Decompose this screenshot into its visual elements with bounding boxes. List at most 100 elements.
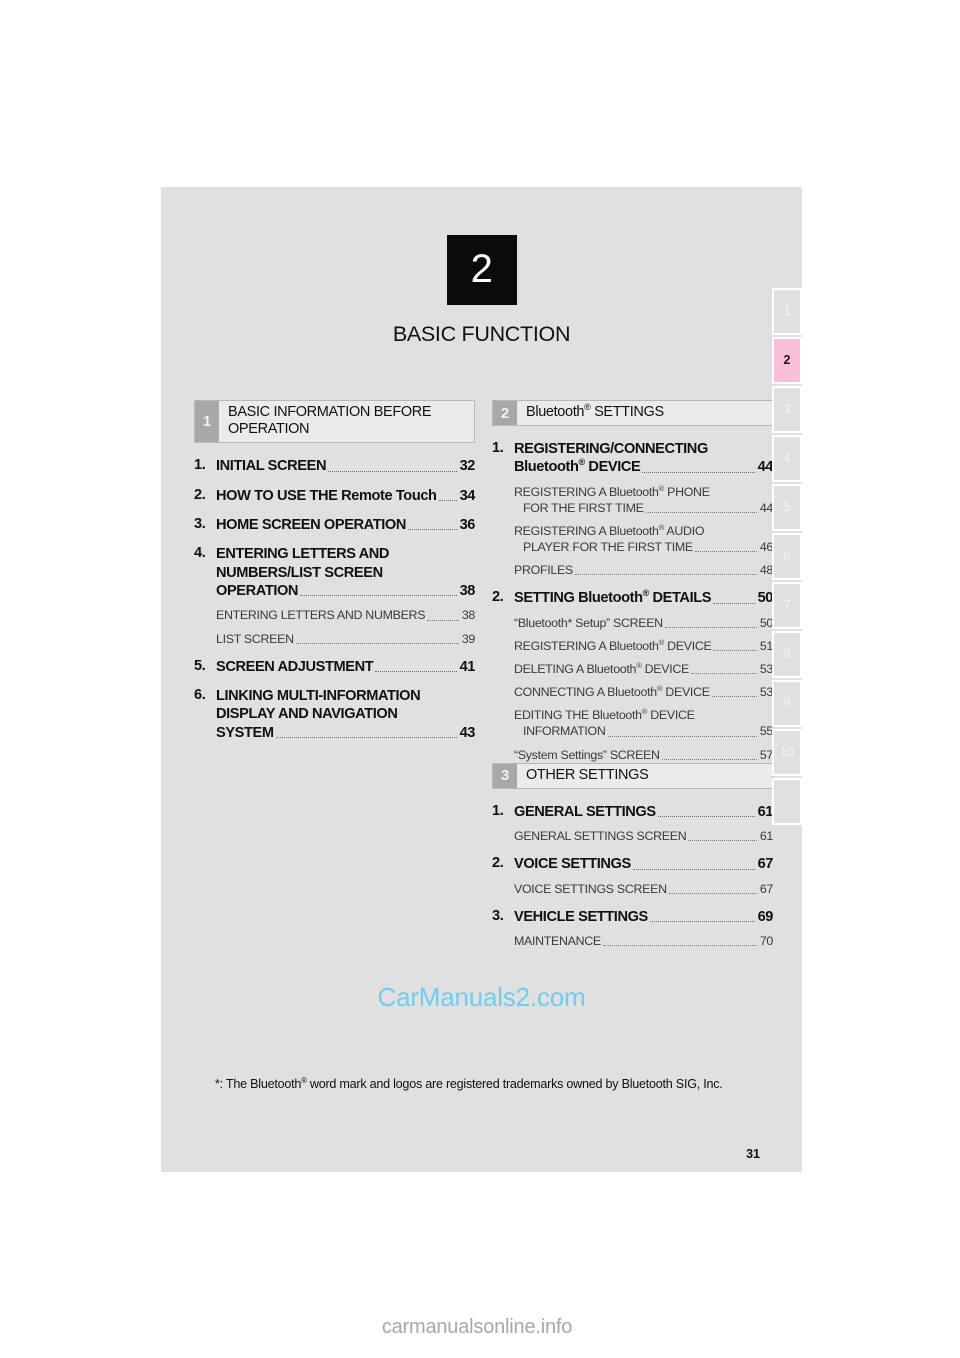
- toc-subentry-body: REGISTERING A Bluetooth® PHONE FOR THE FI…: [514, 484, 773, 516]
- toc-entry-line: INITIAL SCREEN 32: [216, 457, 475, 475]
- toc-subentry[interactable]: CONNECTING A Bluetooth® DEVICE 53: [514, 684, 773, 700]
- toc-entry-line: HOW TO USE THE Remote Touch 34: [216, 487, 475, 505]
- toc-leader-dots: [688, 840, 757, 842]
- toc-page-number: 36: [459, 516, 476, 533]
- toc-leader-dots: [642, 471, 755, 473]
- chapter-tab-label: 7: [783, 597, 791, 612]
- section-title: BASIC INFORMATION BEFORE OPERATION: [228, 404, 432, 438]
- toc-subentry-line: PLAYER FOR THE FIRST TIME 46: [514, 539, 773, 555]
- toc-entry[interactable]: 3. VEHICLE SETTINGS 69: [492, 908, 773, 926]
- toc-page-number: 50: [757, 590, 774, 607]
- toc-subentry[interactable]: DELETING A Bluetooth® DEVICE 53: [514, 661, 773, 677]
- toc-entry-text: SETTING Bluetooth® DETAILS: [514, 588, 712, 607]
- chapter-tab-5[interactable]: 5: [772, 484, 802, 531]
- toc-subentry-body: “System Settings” SCREEN 57: [514, 747, 773, 763]
- toc-subentry[interactable]: “System Settings” SCREEN 57: [514, 747, 773, 763]
- toc-subentry-body: EDITING THE Bluetooth® DEVICE INFORMATION…: [514, 707, 773, 739]
- chapter-header: 2 BASIC FUNCTION: [161, 187, 802, 347]
- toc-subentry-text: REGISTERING A Bluetooth® DEVICE: [514, 637, 712, 653]
- toc-leader-dots: [645, 512, 757, 514]
- toc-entry[interactable]: 6. LINKING MULTI-INFORMATION DISPLAY AND N…: [194, 687, 475, 742]
- toc-subentry-line: REGISTERING A Bluetooth® AUDIO: [514, 522, 705, 539]
- section-number: 2: [493, 401, 517, 426]
- toc-leader-dots: [427, 619, 459, 621]
- chapter-tab-9[interactable]: 9: [772, 680, 802, 727]
- toc-entry[interactable]: 2. HOW TO USE THE Remote Touch 34: [194, 487, 475, 505]
- toc-subentry[interactable]: VOICE SETTINGS SCREEN 67: [514, 881, 773, 897]
- chapter-tab-2[interactable]: 2: [772, 337, 802, 384]
- chapter-tab-10[interactable]: 10: [772, 729, 802, 776]
- chapter-tab-label: 3: [783, 401, 791, 416]
- toc-entry-number: 1.: [492, 802, 504, 819]
- toc-page-number: 43: [459, 724, 476, 741]
- toc-entry[interactable]: 5. SCREEN ADJUSTMENT 41: [194, 658, 475, 676]
- toc-subentry-text: “System Settings” SCREEN: [514, 747, 660, 762]
- toc-leader-dots: [328, 470, 457, 472]
- toc-entry[interactable]: 1. GENERAL SETTINGS 61: [492, 803, 773, 821]
- toc-subentry[interactable]: ENTERING LETTERS AND NUMBERS 38: [216, 607, 475, 623]
- toc-entry[interactable]: 1. INITIAL SCREEN 32: [194, 457, 475, 475]
- toc-subentry-body: REGISTERING A Bluetooth® AUDIO PLAYER FOR…: [514, 523, 773, 555]
- toc-subentry[interactable]: REGISTERING A Bluetooth® DEVICE 51: [514, 638, 773, 654]
- watermark-carmanuals2: CarManuals2.com: [377, 982, 586, 1012]
- toc-subentry[interactable]: “Bluetooth* Setup” SCREEN 50: [514, 615, 773, 631]
- toc-page-number: 44: [757, 459, 774, 476]
- toc-leader-dots: [694, 551, 757, 553]
- toc-entry-number: 4.: [194, 545, 206, 562]
- watermark-carmanualsonline: carmanualsonline.info: [381, 1316, 573, 1338]
- toc-subentry-body: GENERAL SETTINGS SCREEN 61: [514, 828, 773, 844]
- toc-page-number: 67: [757, 856, 774, 873]
- manual-page: 2 BASIC FUNCTION 1 BASIC INFORMATION BEFO…: [161, 187, 802, 1172]
- chapter-tab-blank[interactable]: [772, 778, 802, 825]
- toc-page-number: 41: [459, 658, 476, 675]
- chapter-tab-1[interactable]: 1: [772, 288, 802, 335]
- toc-entry-number: 3.: [492, 907, 504, 924]
- toc-leader-dots: [713, 602, 755, 604]
- toc-entry[interactable]: 2. SETTING Bluetooth® DETAILS 50: [492, 589, 773, 607]
- toc-leader-dots: [407, 529, 457, 531]
- toc-entry-number: 1.: [492, 440, 504, 457]
- toc-subentry[interactable]: EDITING THE Bluetooth® DEVICE INFORMATION…: [514, 707, 773, 739]
- toc-entry[interactable]: 2. VOICE SETTINGS 67: [492, 855, 773, 873]
- toc-entry-text: Bluetooth® DEVICE: [514, 457, 641, 476]
- toc-page-number: 38: [461, 608, 475, 623]
- chapter-tab-4[interactable]: 4: [772, 435, 802, 482]
- toc-subentry-line: VOICE SETTINGS SCREEN 67: [514, 881, 773, 897]
- toc-entry[interactable]: 1. REGISTERING/CONNECTING Bluetooth® DEVIC…: [492, 440, 773, 477]
- toc-entry-body: VEHICLE SETTINGS 69: [514, 908, 773, 926]
- toc-entry-line: NUMBERS/LIST SCREEN: [216, 564, 383, 581]
- toc-subentry-body: “Bluetooth* Setup” SCREEN 50: [514, 615, 773, 631]
- section-header: 1 BASIC INFORMATION BEFORE OPERATION: [194, 400, 475, 444]
- chapter-tab-strip[interactable]: 1 2 3 4 5 6 7 8 9 10: [772, 288, 802, 827]
- toc-entry-body: REGISTERING/CONNECTING Bluetooth® DEVICE 4…: [514, 440, 773, 477]
- chapter-tab-8[interactable]: 8: [772, 631, 802, 678]
- chapter-tab-label: 4: [783, 450, 791, 465]
- toc-subentry[interactable]: PROFILES 48: [514, 562, 773, 578]
- toc-entry-line: SYSTEM 43: [216, 724, 475, 742]
- toc-subentry[interactable]: LIST SCREEN 39: [216, 631, 475, 647]
- toc-entry[interactable]: 3. HOME SCREEN OPERATION 36: [194, 516, 475, 534]
- chapter-tab-6[interactable]: 6: [772, 533, 802, 580]
- toc-column-left: 1 BASIC INFORMATION BEFORE OPERATION 1. INI…: [194, 400, 475, 742]
- toc-subentry-body: VOICE SETTINGS SCREEN 67: [514, 881, 773, 897]
- toc-entry-line: REGISTERING/CONNECTING: [514, 441, 708, 458]
- toc-subentry[interactable]: REGISTERING A Bluetooth® PHONE FOR THE FI…: [514, 484, 773, 516]
- toc-page-number: 67: [759, 881, 773, 896]
- toc-entry[interactable]: 4. ENTERING LETTERS AND NUMBERS/LIST SCREE…: [194, 545, 475, 600]
- toc-subentry[interactable]: GENERAL SETTINGS SCREEN 61: [514, 828, 773, 844]
- toc-subentry[interactable]: REGISTERING A Bluetooth® AUDIO PLAYER FOR…: [514, 523, 773, 555]
- toc-entry-body: HOW TO USE THE Remote Touch 34: [216, 487, 475, 505]
- toc-entry-line: DISPLAY AND NAVIGATION: [216, 706, 398, 723]
- toc-entry-line: GENERAL SETTINGS 61: [514, 803, 773, 821]
- toc-entry-product-name: Remote Touch: [341, 487, 437, 504]
- toc-subentry[interactable]: MAINTENANCE 70: [514, 933, 773, 949]
- toc-entry-line: SCREEN ADJUSTMENT 41: [216, 658, 475, 676]
- toc-entry-body: GENERAL SETTINGS 61: [514, 803, 773, 821]
- toc-entry-text: GENERAL SETTINGS: [514, 803, 656, 820]
- chapter-tab-7[interactable]: 7: [772, 582, 802, 629]
- toc-entry-number: 1.: [194, 457, 206, 474]
- section-title: Bluetooth® SETTINGS: [526, 402, 664, 420]
- chapter-tab-3[interactable]: 3: [772, 386, 802, 433]
- toc-entry-body: HOME SCREEN OPERATION 36: [216, 516, 475, 534]
- page-number: 31: [746, 1147, 760, 1161]
